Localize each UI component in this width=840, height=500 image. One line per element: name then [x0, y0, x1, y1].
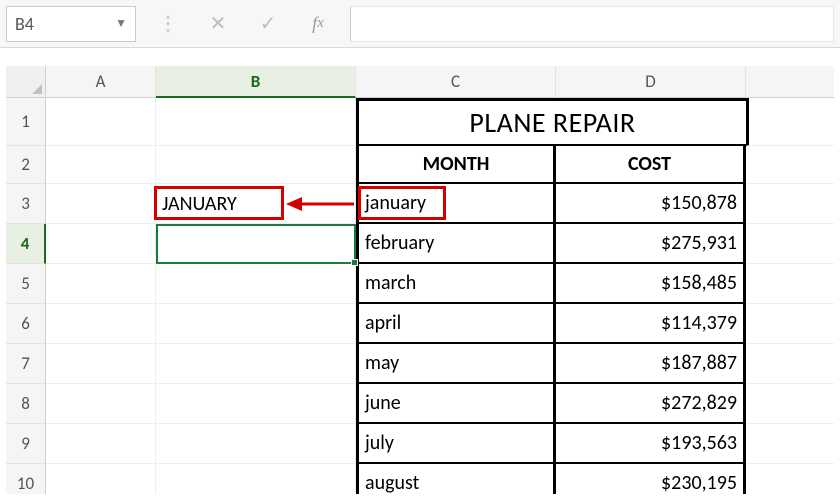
fx-icon[interactable]: fx: [300, 6, 336, 42]
row-header[interactable]: 2: [6, 146, 46, 184]
row-header[interactable]: 7: [6, 344, 46, 384]
col-header-b[interactable]: B: [156, 66, 356, 98]
separator-icon: ⋮: [150, 6, 186, 42]
cell-a7[interactable]: [46, 344, 156, 384]
cell-e1[interactable]: [746, 98, 834, 146]
cell-b9[interactable]: [156, 424, 356, 464]
cell-d9[interactable]: $193,563: [556, 424, 746, 464]
cell-b5[interactable]: [156, 264, 356, 304]
cell-d4[interactable]: $275,931: [556, 224, 746, 264]
cell-a6[interactable]: [46, 304, 156, 344]
select-all-corner[interactable]: [6, 66, 46, 98]
col-header-a[interactable]: A: [46, 66, 156, 98]
cell-c10[interactable]: august: [356, 464, 556, 494]
row-header[interactable]: 6: [6, 304, 46, 344]
formula-result: JANUARY: [162, 192, 237, 216]
cell-b2[interactable]: [156, 146, 356, 184]
enter-icon[interactable]: ✓: [250, 6, 286, 42]
formula-input[interactable]: [350, 6, 834, 42]
cell-e2[interactable]: [746, 146, 834, 184]
formula-bar: B4 ▼ ⋮ ✕ ✓ fx: [0, 0, 840, 48]
cell-a2[interactable]: [46, 146, 156, 184]
table-title-text: PLANE REPAIR: [469, 105, 635, 140]
name-box-value: B4: [15, 13, 34, 35]
col-header-cost[interactable]: COST: [556, 146, 746, 184]
cell-d10[interactable]: $230,195: [556, 464, 746, 494]
row-header[interactable]: 10: [6, 464, 46, 494]
column-headers: A B C D E: [6, 66, 834, 98]
table-title[interactable]: PLANE REPAIR: [356, 98, 746, 146]
row-header[interactable]: 4: [6, 224, 46, 264]
cell-e8[interactable]: [746, 384, 834, 424]
cell-b10[interactable]: [156, 464, 356, 494]
cell-d5[interactable]: $158,485: [556, 264, 746, 304]
cell-c7[interactable]: may: [356, 344, 556, 384]
cell-c3[interactable]: january: [356, 184, 556, 224]
row-header[interactable]: 5: [6, 264, 46, 304]
cell-a5[interactable]: [46, 264, 156, 304]
cell-e5[interactable]: [746, 264, 834, 304]
cell-b8[interactable]: [156, 384, 356, 424]
col-header-c[interactable]: C: [356, 66, 556, 98]
cell-c4[interactable]: february: [356, 224, 556, 264]
cell-c8[interactable]: june: [356, 384, 556, 424]
cell-e10[interactable]: [746, 464, 834, 494]
cell-e4[interactable]: [746, 224, 834, 264]
col-header-month[interactable]: MONTH: [356, 146, 556, 184]
cell-e7[interactable]: [746, 344, 834, 384]
cell-b1[interactable]: [156, 98, 356, 146]
cell-d7[interactable]: $187,887: [556, 344, 746, 384]
row-header[interactable]: 1: [6, 98, 46, 146]
cell-a3[interactable]: [46, 184, 156, 224]
row-header[interactable]: 3: [6, 184, 46, 224]
cell-c9[interactable]: july: [356, 424, 556, 464]
cell-a10[interactable]: [46, 464, 156, 494]
cell-a8[interactable]: [46, 384, 156, 424]
row-header[interactable]: 9: [6, 424, 46, 464]
cell-e9[interactable]: [746, 424, 834, 464]
dropdown-icon[interactable]: ▼: [115, 16, 127, 31]
name-box[interactable]: B4 ▼: [6, 6, 136, 42]
cell-b4[interactable]: [156, 224, 356, 264]
cell-b3[interactable]: JANUARY: [156, 184, 356, 224]
col-header-d[interactable]: D: [556, 66, 746, 98]
row-header[interactable]: 8: [6, 384, 46, 424]
cancel-icon[interactable]: ✕: [200, 6, 236, 42]
cell-a1[interactable]: [46, 98, 156, 146]
cell-b7[interactable]: [156, 344, 356, 384]
cell-d3[interactable]: $150,878: [556, 184, 746, 224]
cell-e6[interactable]: [746, 304, 834, 344]
cell-a9[interactable]: [46, 424, 156, 464]
cell-c6[interactable]: april: [356, 304, 556, 344]
spreadsheet-grid[interactable]: A B C D E 1 PLANE REPAIR 2 MONTH COST: [6, 66, 834, 494]
cell-d6[interactable]: $114,379: [556, 304, 746, 344]
cell-c5[interactable]: march: [356, 264, 556, 304]
col-header-e[interactable]: E: [746, 66, 834, 98]
cell-a4[interactable]: [46, 224, 156, 264]
cell-d8[interactable]: $272,829: [556, 384, 746, 424]
cell-e3[interactable]: [746, 184, 834, 224]
cell-b6[interactable]: [156, 304, 356, 344]
entered-cell-underline: [156, 224, 356, 226]
